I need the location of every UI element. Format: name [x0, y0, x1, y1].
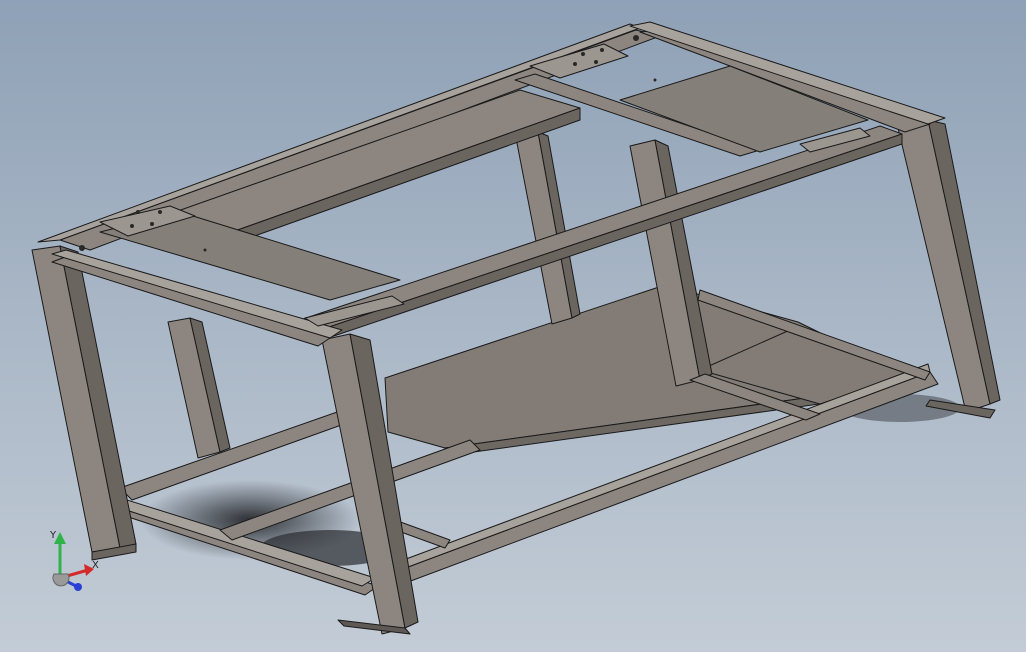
graphics-viewport[interactable]: Y X	[0, 0, 1026, 652]
x-axis-label: X	[92, 560, 99, 571]
steel-frame-model[interactable]	[0, 0, 1026, 652]
triad-origin-sphere	[52, 573, 70, 587]
top-inner-beam-1[interactable]	[174, 89, 581, 233]
z-axis-ball-icon	[74, 583, 82, 591]
y-axis-label: Y	[49, 530, 57, 541]
coordinate-triad-icon[interactable]: Y X	[40, 526, 110, 600]
